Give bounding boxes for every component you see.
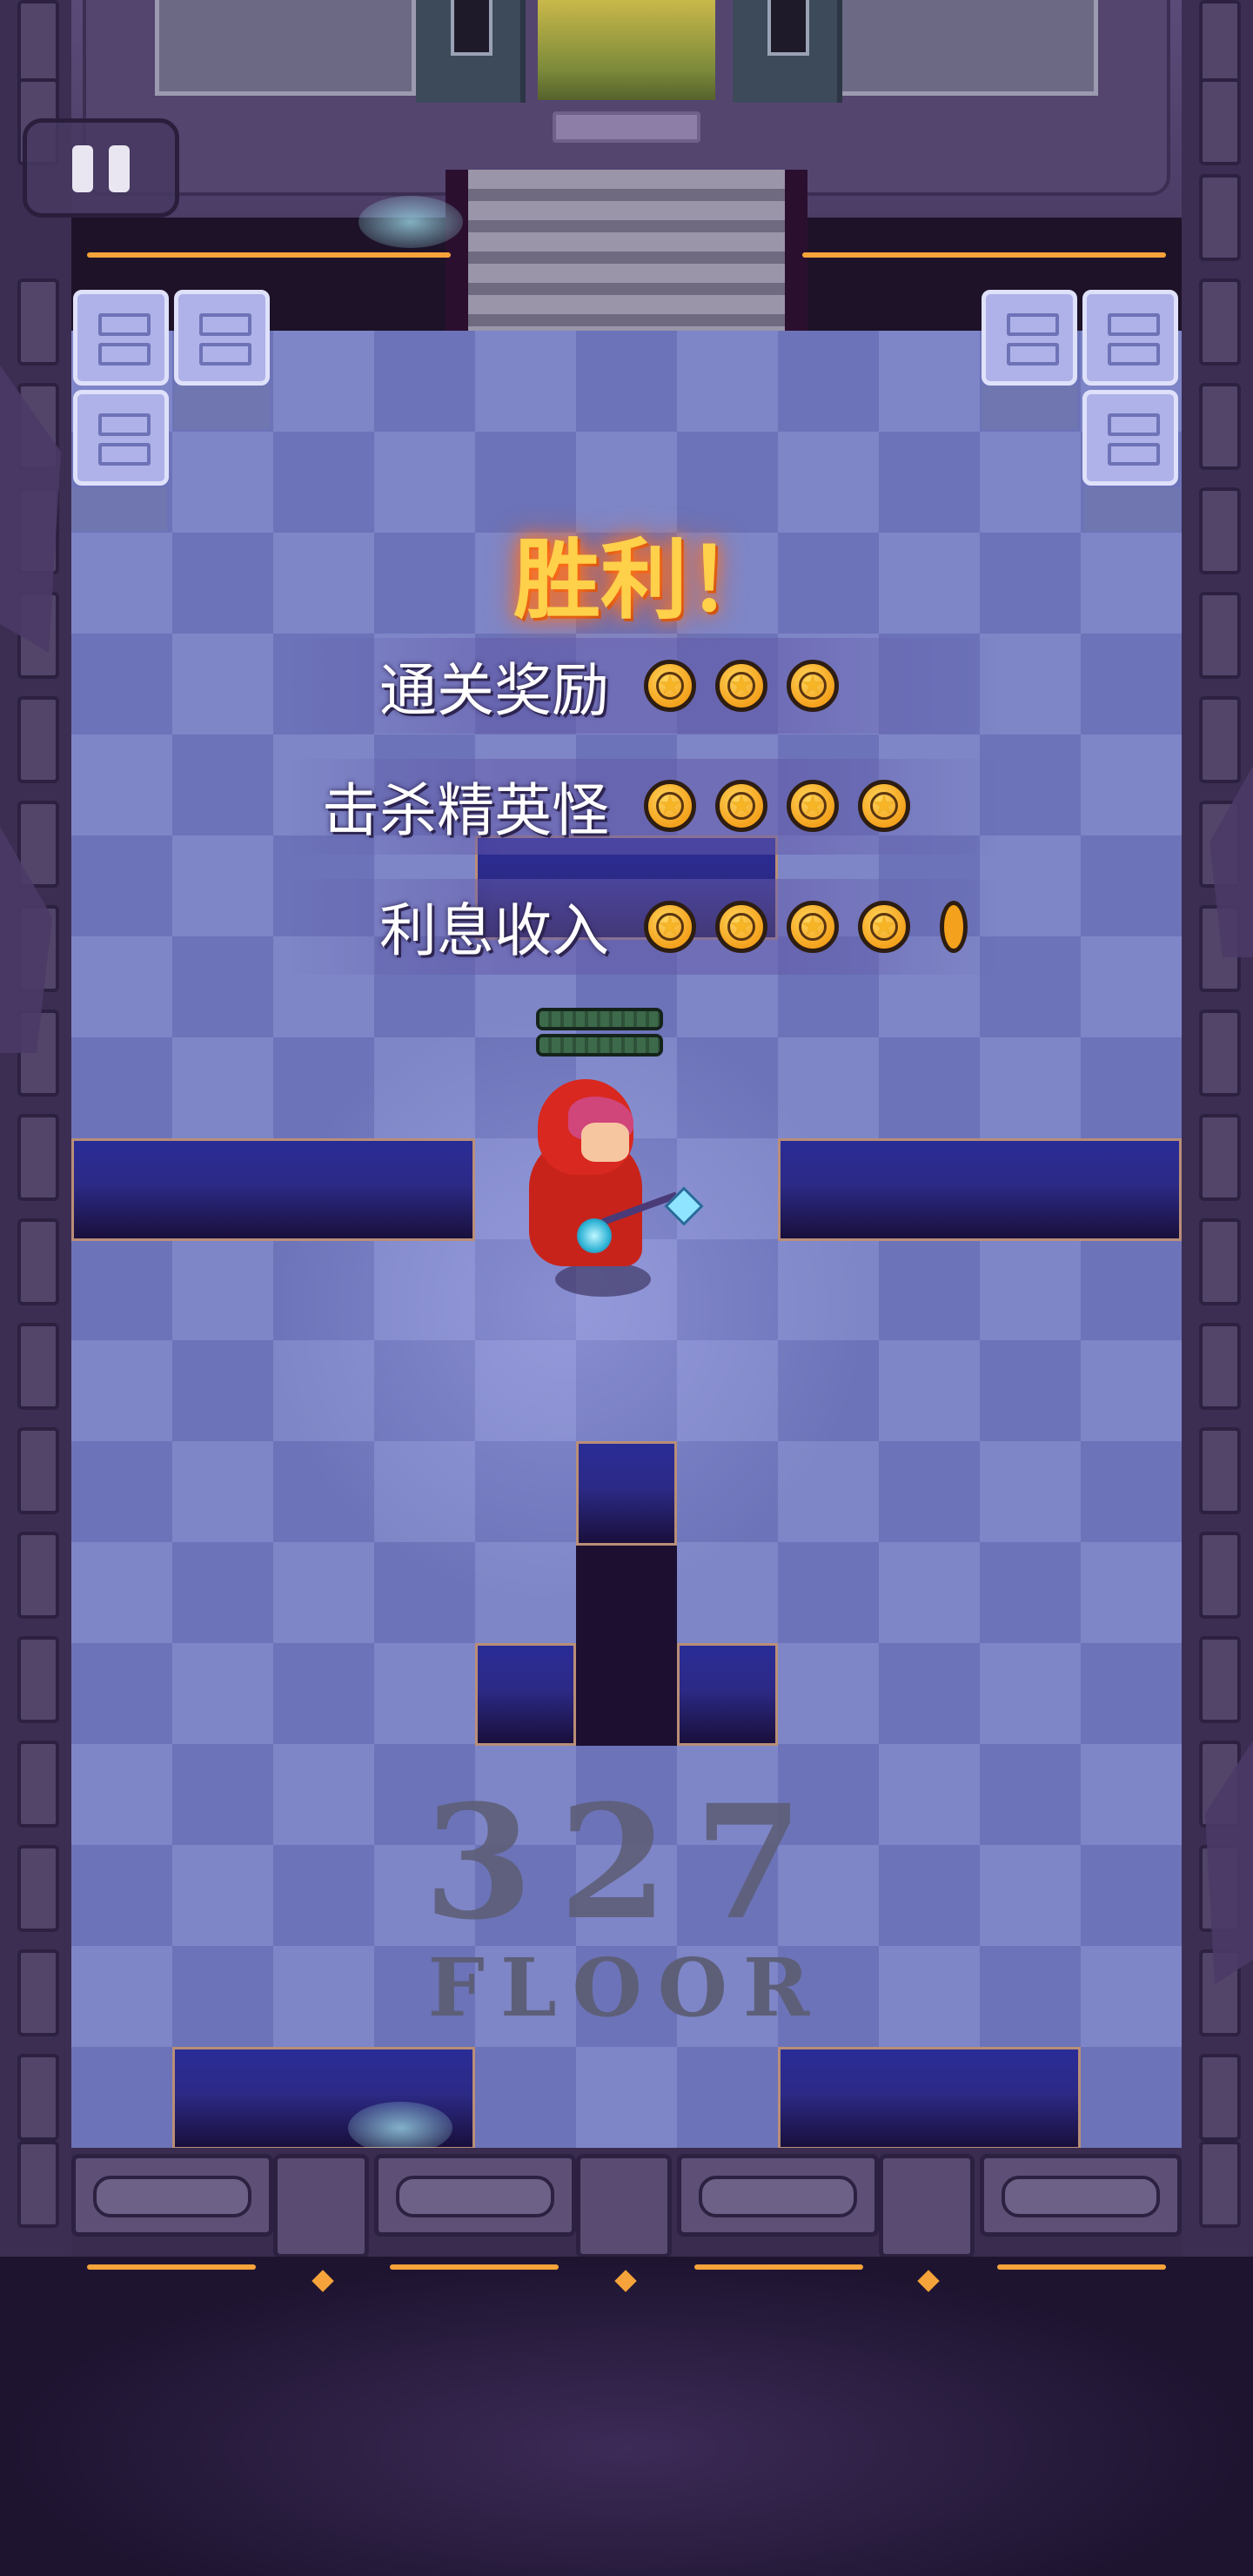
gate-pillar-right [733,0,842,103]
block-shadow [174,386,270,429]
bottom-slab [677,2154,879,2237]
exit-stairs[interactable] [446,170,807,331]
floor-label: FLOOR [427,1941,826,2035]
hero-shadow [555,1262,651,1297]
hero-shield-bar [536,1008,663,1030]
coin-icon [715,780,767,832]
pit-center-right [677,1643,778,1746]
bottom-slab [374,2154,576,2237]
gate-pillar-left [416,0,526,103]
border-line [694,2264,863,2270]
border-line-right [802,252,1166,258]
pit-center-shaft [576,1546,677,1746]
victory-title: 胜利！ [513,529,774,631]
border-line [997,2264,1166,2270]
pit-center-left [475,1643,576,1746]
stone-block [982,290,1077,386]
border-line-left [87,252,451,258]
coin-icon [858,901,910,953]
gate-plate [553,111,700,143]
coin-icon [858,780,910,832]
reward-label-interest: 利息收入 [379,897,609,964]
stone-block [1082,290,1178,386]
pit-left [71,1138,475,1241]
coin-icon [644,901,696,953]
hero-character [520,1008,704,1305]
stone-block [73,290,169,386]
pit-center-top [576,1441,677,1546]
bottom-block [576,2154,672,2258]
stone-block [174,290,270,386]
pit-bottom-right [778,2047,1081,2150]
coin-icon [644,660,696,712]
coin-icon [715,660,767,712]
reward-label-elite: 击杀精英怪 [322,777,609,844]
block-shadow [982,386,1077,429]
coin-icon [715,901,767,953]
mist-effect [348,2102,452,2154]
bottom-slab [980,2154,1182,2237]
coin-icon [644,780,696,832]
stone-block [73,390,169,486]
hero-health-bar [536,1034,663,1057]
block-shadow [1084,487,1180,531]
border-line [390,2264,559,2270]
stone-block [1082,390,1178,486]
magic-orb-icon [577,1218,612,1253]
hero-face [581,1123,629,1162]
pit-right [778,1138,1182,1241]
lower-void [0,2257,1253,2576]
hero-health-bars [536,1008,663,1065]
reward-label-clear: 通关奖励 [379,657,609,724]
exit-door[interactable] [538,0,715,100]
mist-effect [358,196,463,248]
left-wall [0,0,71,2263]
coin-icon [787,780,839,832]
coin-icon [787,901,839,953]
coin-spinning-icon [940,901,968,953]
border-line [87,2264,256,2270]
floor-number: 327 [424,1771,829,1955]
block-shadow [71,487,167,531]
coin-icon [787,660,839,712]
pause-button[interactable] [23,118,179,218]
bottom-block [273,2154,369,2258]
pause-icon [27,123,175,213]
gate-right-wing [837,0,1098,96]
bottom-block [879,2154,975,2258]
gate-left-wing [155,0,416,96]
bottom-slab [71,2154,273,2237]
